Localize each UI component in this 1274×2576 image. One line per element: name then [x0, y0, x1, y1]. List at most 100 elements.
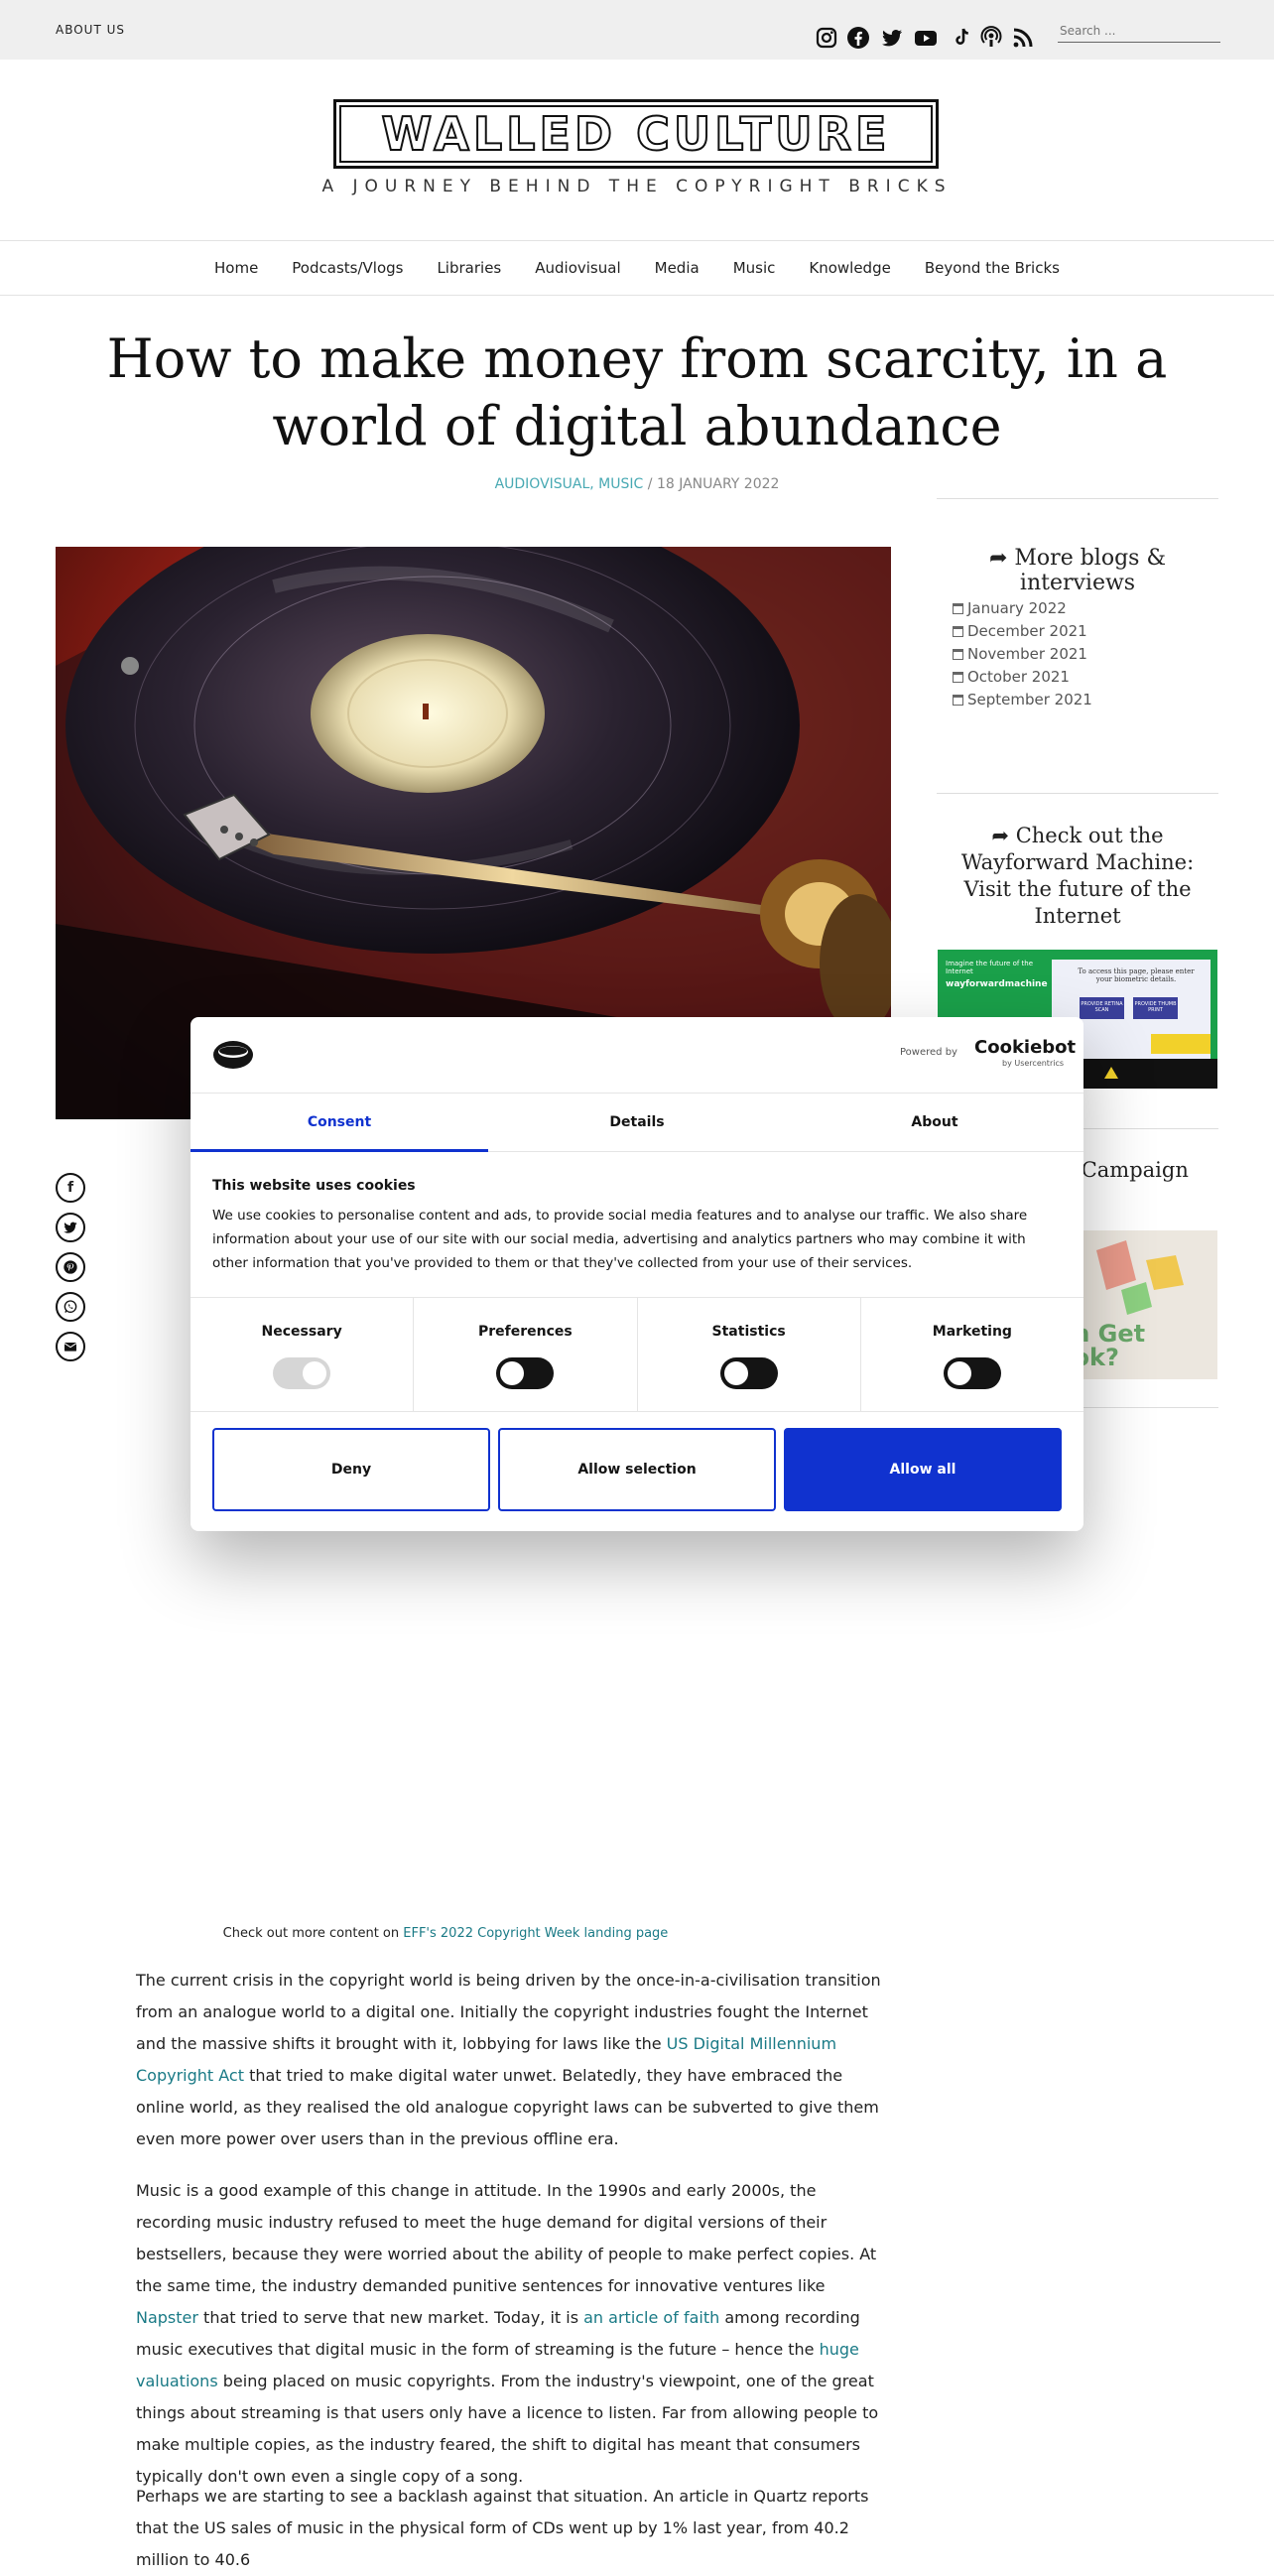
cookie-logo-icon [212, 1039, 254, 1071]
allow-selection-button[interactable]: Allow selection [498, 1428, 776, 1511]
cookie-heading: This website uses cookies [212, 1178, 416, 1194]
facebook-icon[interactable] [845, 25, 871, 51]
site-logo[interactable]: WALLED CULTURE [333, 99, 939, 169]
about-us-link[interactable]: ABOUT US [56, 23, 125, 37]
share-arrow-icon: ➦ [988, 546, 1008, 571]
eff-link[interactable]: EFF's 2022 Copyright Week landing page [403, 1926, 668, 1941]
wayforward-img-prompt: To access this page, please enter your b… [1078, 967, 1195, 983]
switch-knob [500, 1361, 525, 1385]
archive-label: October 2021 [967, 668, 1070, 686]
instagram-icon[interactable] [814, 25, 839, 51]
statistics-switch[interactable] [719, 1357, 778, 1389]
switch-knob [947, 1361, 971, 1385]
switch-knob [723, 1361, 748, 1385]
switch-knob [303, 1361, 327, 1385]
eff-prefix: Check out more content on [222, 1926, 404, 1941]
marketing-switch[interactable] [943, 1357, 1001, 1389]
nav-item-libraries[interactable]: Libraries [437, 259, 501, 277]
toggle-marketing: Marketing [861, 1298, 1083, 1411]
toggle-label: Preferences [478, 1324, 573, 1340]
wayforward-img-btn2: PROVIDE THUMB PRINT [1134, 1001, 1177, 1013]
nav-item-beyond-the-bricks[interactable]: Beyond the Bricks [925, 259, 1060, 277]
cookiebot-brand[interactable]: Cookiebot [974, 1037, 1076, 1058]
post-categories[interactable]: AUDIOVISUAL, MUSIC [495, 476, 644, 492]
nav-item-knowledge[interactable]: Knowledge [809, 259, 890, 277]
share-twitter-icon[interactable] [56, 1213, 85, 1242]
p2-text-a: Music is a good example of this change i… [136, 2181, 877, 2295]
share-facebook-icon[interactable]: f [56, 1173, 85, 1203]
tab-details[interactable]: Details [488, 1094, 786, 1151]
calendar-icon [953, 671, 963, 683]
powered-by-label: Powered by [900, 1047, 957, 1058]
share-whatsapp-icon[interactable] [56, 1292, 85, 1322]
share-pinterest-icon[interactable] [56, 1252, 85, 1282]
archive-link[interactable]: October 2021 [953, 668, 1070, 686]
cookie-body-text: We use cookies to personalise content an… [212, 1208, 1028, 1271]
nav-item-home[interactable]: Home [214, 259, 258, 277]
toggle-label: Marketing [932, 1324, 1012, 1340]
article-paragraph-1: The current crisis in the copyright worl… [136, 1965, 892, 2155]
archive-link[interactable]: December 2021 [953, 622, 1087, 640]
twitter-icon[interactable] [879, 25, 905, 51]
archive-link[interactable]: January 2022 [953, 599, 1067, 617]
logo-text: WALLED CULTURE [339, 105, 933, 163]
post-date: 18 JANUARY 2022 [656, 476, 780, 492]
nav-item-music[interactable]: Music [733, 259, 776, 277]
nav-item-audiovisual[interactable]: Audiovisual [535, 259, 620, 277]
toggle-preferences: Preferences [414, 1298, 638, 1411]
wayforward-heading: ➦ Check out the Wayforward Machine: Visi… [937, 823, 1218, 930]
meta-separator: / [647, 476, 653, 492]
preferences-switch[interactable] [496, 1357, 555, 1389]
p1-text-b: that tried to make digital water unwet. … [136, 2066, 879, 2148]
article-of-faith-link[interactable]: an article of faith [583, 2308, 719, 2327]
eff-lead: Check out more content on EFF's 2022 Cop… [0, 1926, 891, 1941]
cookie-toggles: Necessary Preferences Statistics Marketi… [191, 1297, 1083, 1412]
wayforward-img-left-text: Imagine the future of the Internet [946, 960, 1034, 975]
tiktok-icon[interactable] [949, 25, 974, 51]
archive-link[interactable]: September 2021 [953, 691, 1092, 708]
youtube-icon[interactable] [913, 25, 939, 51]
toggle-statistics: Statistics [638, 1298, 861, 1411]
toggle-label: Statistics [711, 1324, 786, 1340]
calendar-icon [953, 694, 963, 706]
calendar-icon [953, 602, 963, 614]
rss-icon[interactable] [1010, 25, 1036, 51]
cookie-consent-dialog: Powered by Cookiebot by Usercentrics Con… [191, 1017, 1083, 1531]
napster-link[interactable]: Napster [136, 2308, 198, 2327]
calendar-icon [953, 625, 963, 637]
more-blogs-title: More blogs & interviews [1014, 546, 1167, 595]
calendar-icon [953, 648, 963, 660]
archive-label: September 2021 [967, 691, 1092, 708]
article-paragraph-3: Perhaps we are starting to see a backlas… [136, 2487, 869, 2569]
necessary-switch [273, 1357, 331, 1389]
tab-consent[interactable]: Consent [191, 1094, 488, 1152]
p2-text-d: being placed on music copyrights. From t… [136, 2372, 879, 2486]
wayforward-img-btn1: PROVIDE RETINA SCAN [1081, 1001, 1123, 1013]
archive-link[interactable]: November 2021 [953, 645, 1087, 663]
more-blogs-heading: ➦ More blogs & interviews [937, 546, 1218, 595]
archive-label: November 2021 [967, 645, 1087, 663]
deny-button[interactable]: Deny [212, 1428, 490, 1511]
post-title: How to make money from scarcity, in a wo… [106, 327, 1168, 457]
search-input[interactable] [1058, 20, 1220, 43]
share-email-icon[interactable] [56, 1332, 85, 1361]
archive-label: January 2022 [967, 599, 1067, 617]
allow-all-button[interactable]: Allow all [784, 1428, 1062, 1511]
p2-text-b: that tried to serve that new market. Tod… [197, 2308, 584, 2327]
toggle-necessary: Necessary [191, 1298, 415, 1411]
nav-item-podcasts[interactable]: Podcasts/Vlogs [292, 259, 403, 277]
cookiebot-brand-sub: by Usercentrics [1002, 1059, 1065, 1068]
sidebar-divider [937, 793, 1218, 794]
article-paragraph-2: Music is a good example of this change i… [136, 2175, 892, 2493]
archive-label: December 2021 [967, 622, 1087, 640]
podcast-icon[interactable] [978, 25, 1004, 51]
main-nav: Home Podcasts/Vlogs Libraries Audiovisua… [0, 240, 1274, 296]
cookie-tabs: Consent Details About [191, 1093, 1083, 1152]
share-arrow-icon: ➦ [991, 824, 1010, 847]
nav-item-media[interactable]: Media [655, 259, 700, 277]
toggle-label: Necessary [261, 1324, 342, 1340]
site-tagline: A JOURNEY BEHIND THE COPYRIGHT BRICKS [321, 177, 953, 196]
sidebar-divider [937, 498, 1218, 499]
tab-about[interactable]: About [786, 1094, 1083, 1151]
wayforward-img-brand: wayforwardmachine [946, 979, 1048, 989]
